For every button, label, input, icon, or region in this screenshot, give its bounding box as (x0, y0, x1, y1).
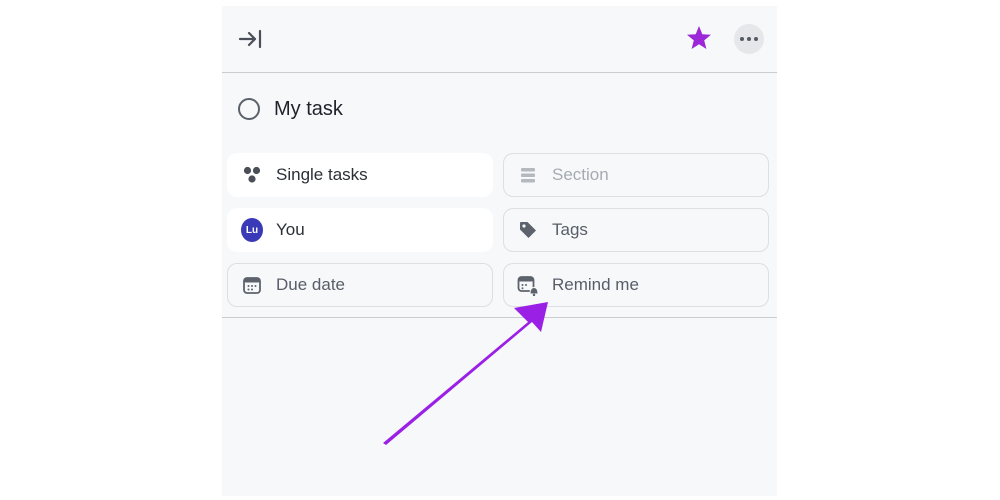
collapse-panel-icon (238, 29, 262, 49)
calendar-bell-icon (517, 274, 539, 296)
single-tasks-chip[interactable]: Single tasks (227, 153, 493, 197)
task-detail-panel: My task Single tasks Section Lu You Tags… (222, 6, 777, 496)
avatar-icon: Lu (241, 218, 263, 242)
remind-me-label: Remind me (552, 275, 639, 294)
tag-icon (517, 219, 539, 241)
remind-me-chip[interactable]: Remind me (503, 263, 769, 307)
fields-divider (222, 317, 777, 318)
section-chip[interactable]: Section (503, 153, 769, 197)
task-title[interactable]: My task (274, 98, 343, 121)
tags-label: Tags (552, 220, 588, 239)
assignee-label: You (276, 220, 305, 239)
header-divider (222, 72, 777, 73)
tags-chip[interactable]: Tags (503, 208, 769, 252)
due-date-chip[interactable]: Due date (227, 263, 493, 307)
panel-header (222, 6, 777, 72)
single-tasks-icon (241, 164, 263, 186)
section-label: Section (552, 165, 609, 184)
due-date-label: Due date (276, 275, 345, 294)
star-icon (687, 26, 711, 49)
complete-task-checkbox[interactable] (238, 98, 260, 120)
section-icon (517, 164, 539, 186)
calendar-icon (241, 274, 263, 296)
assignee-chip[interactable]: Lu You (227, 208, 493, 252)
favorite-button[interactable] (684, 23, 714, 53)
single-tasks-label: Single tasks (276, 165, 368, 184)
avatar: Lu (241, 218, 263, 242)
collapse-panel-button[interactable] (236, 26, 266, 52)
more-options-button[interactable] (734, 24, 764, 54)
task-title-row: My task (238, 94, 343, 124)
more-options-icon (740, 37, 758, 41)
